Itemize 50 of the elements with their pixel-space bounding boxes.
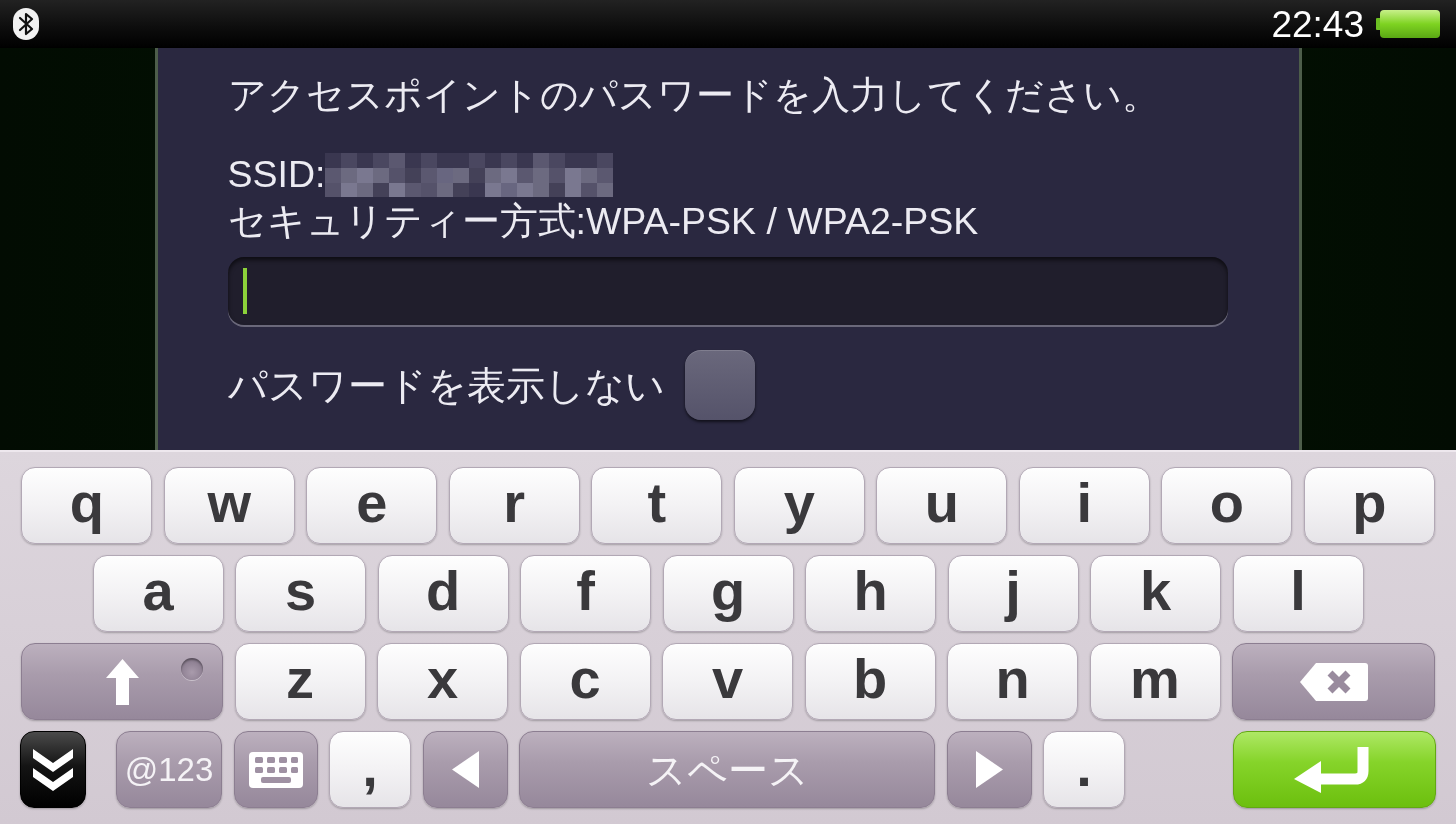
letter-key[interactable]: n xyxy=(947,643,1078,720)
hide-password-label: パスワードを表示しない xyxy=(227,363,665,407)
checkbox[interactable] xyxy=(684,350,755,420)
letter-key[interactable]: t xyxy=(591,467,723,544)
shift-key[interactable] xyxy=(21,643,223,720)
letter-key[interactable]: e xyxy=(306,467,438,544)
letter-key[interactable]: j xyxy=(947,555,1079,632)
keyboard-icon xyxy=(248,751,303,788)
punctuation-key[interactable]: . xyxy=(1043,731,1125,808)
letter-key[interactable]: c xyxy=(519,643,651,720)
letter-key[interactable]: f xyxy=(520,555,651,632)
security-type-text: セキュリティー方式:WPA-PSK / WPA2-PSK xyxy=(227,200,979,243)
backspace-key[interactable] xyxy=(1232,643,1435,720)
letter-key[interactable]: y xyxy=(733,467,865,544)
letter-key[interactable]: g xyxy=(662,555,794,632)
letter-key[interactable]: q xyxy=(21,467,153,544)
battery-icon xyxy=(1376,10,1440,38)
hide-keyboard-key[interactable] xyxy=(20,731,86,808)
letter-key[interactable]: b xyxy=(804,643,936,720)
letter-key[interactable]: u xyxy=(876,467,1008,544)
letter-key[interactable]: r xyxy=(448,467,580,544)
clock-time: 22:43 xyxy=(1271,5,1364,43)
letter-key[interactable]: m xyxy=(1089,643,1221,720)
letter-key[interactable]: p xyxy=(1303,467,1435,544)
punctuation-key[interactable]: , xyxy=(329,731,411,808)
letter-key[interactable]: w xyxy=(163,467,295,544)
password-field[interactable] xyxy=(227,257,1228,325)
letter-key[interactable]: i xyxy=(1018,467,1150,544)
letter-key[interactable]: a xyxy=(92,555,224,632)
letter-key[interactable]: x xyxy=(377,643,508,720)
enter-key[interactable] xyxy=(1233,731,1436,808)
letter-key[interactable]: k xyxy=(1090,555,1221,632)
letter-key[interactable]: z xyxy=(234,643,366,720)
left-triangle-icon xyxy=(451,751,479,788)
backspace-icon xyxy=(1299,662,1368,701)
ssid-label: SSID: xyxy=(227,153,326,196)
cursor-right-key[interactable] xyxy=(946,731,1032,808)
letter-key[interactable]: h xyxy=(805,555,936,632)
bluetooth-icon xyxy=(13,8,39,40)
letter-key[interactable]: d xyxy=(377,555,509,632)
letter-key[interactable]: s xyxy=(235,555,366,632)
right-triangle-icon xyxy=(975,751,1003,788)
letter-key[interactable]: v xyxy=(662,643,793,720)
letter-key[interactable]: o xyxy=(1161,467,1293,544)
prompt-text: アクセスポイントのパスワードを入力してください。 xyxy=(227,74,1160,117)
double-chevron-down-icon xyxy=(33,748,73,791)
keyboard-layout-key[interactable] xyxy=(233,731,318,808)
cursor-left-key[interactable] xyxy=(422,731,508,808)
letter-key[interactable]: l xyxy=(1232,555,1364,632)
up-arrow-icon xyxy=(105,658,139,705)
